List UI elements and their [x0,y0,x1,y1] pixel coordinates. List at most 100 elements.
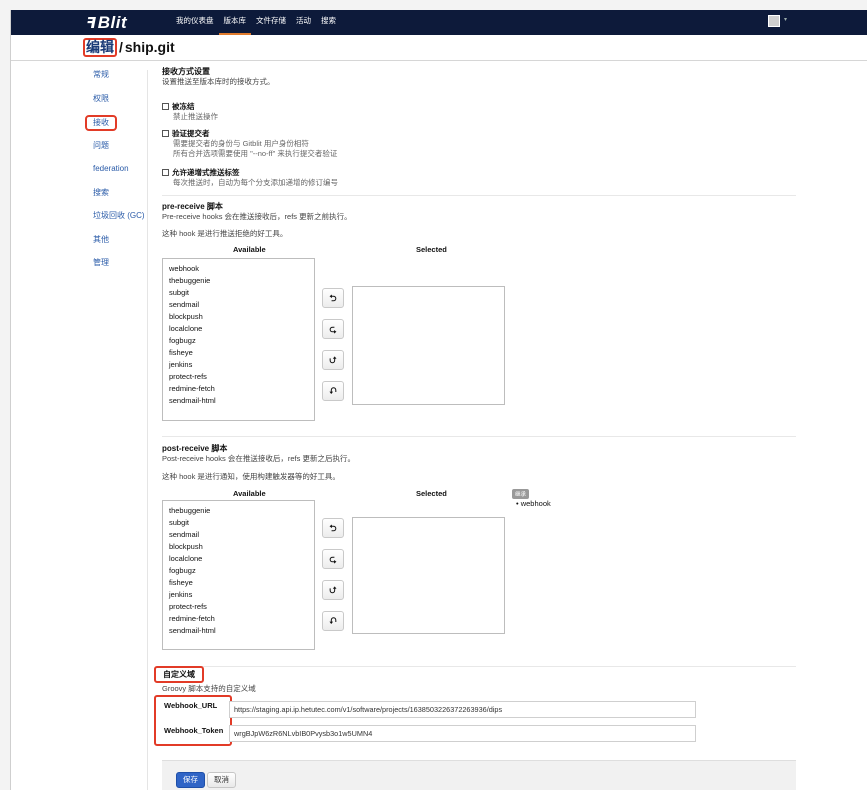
save-button[interactable]: 保存 [176,772,205,788]
page-title: 编辑 / ship.git [83,38,175,57]
title-bar: 编辑 / ship.git [11,35,867,61]
sidebar-item-misc[interactable]: 其他 [85,233,155,257]
pre-receive-desc: Pre-receive hooks 会在推送接收后，refs 更新之前执行。 [162,212,352,221]
nav-dashboard[interactable]: 我的仪表盘 [171,10,219,35]
list-item[interactable]: sendmail-html [169,395,314,407]
post-selected-label: Selected [416,489,447,498]
title-edit-label: 编辑 [83,38,117,57]
list-item[interactable]: blockpush [169,541,314,553]
sidebar-item-general[interactable]: 常规 [85,68,155,92]
list-item[interactable]: redmine-fetch [169,613,314,625]
verify-committer-checkbox[interactable] [162,130,169,137]
list-item[interactable]: blockpush [169,311,314,323]
list-item[interactable]: protect-refs [169,601,314,613]
post-move-up-button[interactable]: ⮍ [322,580,344,600]
logo-text: Blit [97,13,128,32]
divider [162,195,796,196]
webhook-token-label: Webhook_Token [164,726,224,735]
option-verify-committer: 验证提交者 需要提交者的身份与 Gitblit 用户身份相符 所有合并选项需要使… [162,128,337,159]
list-item[interactable]: thebuggenie [169,275,314,287]
list-item[interactable]: subgit [169,287,314,299]
form-actions: 保存 取消 [162,760,796,790]
list-item[interactable]: fisheye [169,577,314,589]
webhook-url-label: Webhook_URL [164,701,218,710]
verify-committer-help-1: 需要提交者的身份与 Gitblit 用户身份相符 [173,139,309,148]
nav-repositories[interactable]: 版本库 [218,10,251,35]
list-item[interactable]: localclone [169,323,314,335]
sidebar-item-permissions[interactable]: 权限 [85,92,155,116]
list-item[interactable]: webhook [169,263,314,275]
settings-sidebar: 常规 权限 接收 问题 federation 搜索 垃圾回收 (GC) 其他 管… [85,68,155,280]
post-receive-note: 这种 hook 是进行通知，使用构建触发器等的好工具。 [162,472,340,481]
logo-glyph: ꟻ [86,15,97,32]
post-add-button[interactable]: ⮌ [322,518,344,538]
pre-move-up-button[interactable]: ⮍ [322,350,344,370]
list-item[interactable]: jenkins [169,359,314,371]
sidebar-item-admin[interactable]: 管理 [85,256,155,280]
sidebar-item-tickets[interactable]: 问题 [85,139,155,163]
list-item[interactable]: protect-refs [169,371,314,383]
list-item[interactable]: thebuggenie [169,505,314,517]
cancel-button[interactable]: 取消 [207,772,236,788]
pre-add-button[interactable]: ⮌ [322,288,344,308]
list-item[interactable]: fogbugz [169,335,314,347]
pre-receive-note: 这种 hook 是进行推送拒绝的好工具。 [162,229,288,238]
nav-filestore[interactable]: 文件存储 [251,10,291,35]
nav-search[interactable]: 搜索 [316,10,341,35]
frozen-label: 被冻结 [172,102,195,111]
sidebar-item-federation[interactable]: federation [85,162,155,186]
custom-fields-heading: 自定义域 [154,666,204,683]
gitblit-logo[interactable]: ꟻBlit [86,13,127,33]
sidebar-item-receive[interactable]: 接收 [85,115,155,139]
list-item[interactable]: fogbugz [169,565,314,577]
frozen-checkbox[interactable] [162,103,169,110]
post-available-list[interactable]: thebuggenie subgit sendmail blockpush lo… [162,500,315,650]
sidebar-item-search[interactable]: 搜索 [85,186,155,210]
post-move-down-button[interactable]: ⮏ [322,611,344,631]
post-selected-list[interactable] [352,517,505,634]
post-add-all-button[interactable]: ⮎ [322,549,344,569]
frozen-help: 禁止推送操作 [173,112,218,121]
receive-desc: 设置推送至版本库时的接收方式。 [162,77,275,86]
inherited-item: • webhook [516,499,551,508]
incremental-tags-label: 允许递增式推送标签 [172,168,240,177]
sidebar-item-gc[interactable]: 垃圾回收 (GC) [85,209,155,233]
incremental-tags-help: 每次推送时，自动为每个分支添加递增的修订编号 [173,178,338,187]
pre-selected-list[interactable] [352,286,505,405]
main-nav: 我的仪表盘 版本库 文件存储 活动 搜索 [171,10,341,35]
inherited-badge: 继承 [512,489,530,499]
list-item[interactable]: subgit [169,517,314,529]
pre-available-label: Available [233,245,266,254]
list-item[interactable]: redmine-fetch [169,383,314,395]
user-avatar[interactable] [768,15,780,27]
chevron-down-icon[interactable]: ▾ [784,16,787,23]
post-receive-desc: Post-receive hooks 会在推送接收后，refs 更新之后执行。 [162,454,355,463]
post-available-label: Available [233,489,266,498]
list-item[interactable]: localclone [169,553,314,565]
repo-name: ship.git [124,39,175,55]
list-item[interactable]: sendmail-html [169,625,314,637]
list-item[interactable]: jenkins [169,589,314,601]
pre-add-all-button[interactable]: ⮎ [322,319,344,339]
top-navbar: ꟻBlit 我的仪表盘 版本库 文件存储 活动 搜索 ▾ [11,10,867,35]
page: ꟻBlit 我的仪表盘 版本库 文件存储 活动 搜索 ▾ 编辑 / ship.git… [10,10,867,790]
custom-fields-desc: Groovy 脚本支持的自定义域 [162,684,256,693]
incremental-tags-checkbox[interactable] [162,169,169,176]
pre-selected-label: Selected [416,245,447,254]
option-incremental-tags: 允许递增式推送标签 每次推送时，自动为每个分支添加递增的修订编号 [162,167,338,188]
pre-available-list[interactable]: webhook thebuggenie subgit sendmail bloc… [162,258,315,421]
list-item[interactable]: sendmail [169,299,314,311]
verify-committer-help-2: 所有合并选项需要使用 "--no-ff" 来执行提交者验证 [173,149,338,158]
option-frozen: 被冻结 禁止推送操作 [162,101,218,122]
divider [162,436,796,437]
list-item[interactable]: fisheye [169,347,314,359]
inherited-hooks: 继承 • webhook [512,489,551,508]
webhook-token-input[interactable]: wrgBJpW6zR6NLvbIB0Pvysb3o1w5UMN4 [229,725,696,742]
nav-activity[interactable]: 活动 [291,10,316,35]
list-item[interactable]: sendmail [169,529,314,541]
divider [162,666,796,667]
webhook-url-input[interactable]: https://staging.api.ip.hetutec.com/v1/so… [229,701,696,718]
title-separator: / [119,39,123,55]
verify-committer-label: 验证提交者 [172,129,210,138]
pre-move-down-button[interactable]: ⮏ [322,381,344,401]
